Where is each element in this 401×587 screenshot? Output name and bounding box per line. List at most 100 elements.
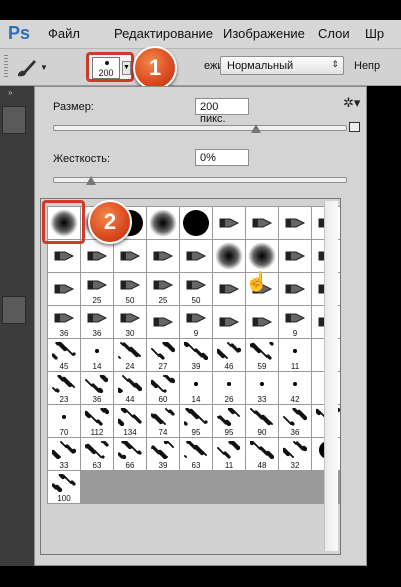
brush-size-label: 63 [191, 461, 201, 470]
brush-preset-cell[interactable]: 45 [48, 339, 80, 371]
brush-preset-cell[interactable] [213, 273, 245, 305]
brush-preset-cell[interactable] [213, 207, 245, 239]
brush-preset-cell[interactable] [279, 273, 311, 305]
brush-preset-cell[interactable]: 33 [48, 438, 80, 470]
brush-preset-cell[interactable]: 30 [114, 306, 146, 338]
brush-preset-cell[interactable] [213, 240, 245, 272]
brush-preset-cell[interactable]: 36 [81, 306, 113, 338]
brush-preset-cell[interactable]: 46 [213, 339, 245, 371]
brush-preset-cell[interactable] [48, 240, 80, 272]
gear-icon[interactable]: ✲▾ [343, 95, 360, 111]
brush-preset-cell[interactable]: 50 [114, 273, 146, 305]
brush-preset-cell[interactable]: 36 [81, 372, 113, 404]
brush-preset-cell[interactable]: 39 [180, 339, 212, 371]
texture-brush-icon [151, 408, 175, 425]
brush-preset-cell[interactable] [279, 207, 311, 239]
brush-preset-cell[interactable] [246, 240, 278, 272]
brush-preset-cell[interactable]: 95 [213, 405, 245, 437]
brush-preset-cell[interactable] [147, 240, 179, 272]
brush-size-label: 36 [92, 329, 102, 338]
brush-preset-cell[interactable]: 95 [180, 405, 212, 437]
brush-preset-cell[interactable]: 70 [48, 405, 80, 437]
size-slider[interactable] [53, 125, 347, 131]
brush-preset-cell[interactable] [213, 306, 245, 338]
brush-preset-cell[interactable]: 11 [279, 339, 311, 371]
grip-handle[interactable] [4, 55, 8, 79]
brush-preset-cell[interactable] [147, 207, 179, 239]
tool-button[interactable] [2, 106, 26, 134]
brush-preset-cell[interactable]: 90 [246, 405, 278, 437]
brush-preset-cell[interactable]: 36 [279, 405, 311, 437]
size-input[interactable]: 200 пикс. [195, 98, 249, 125]
texture-brush-icon [118, 441, 142, 459]
brush-preset-cell[interactable] [114, 240, 146, 272]
chevron-down-icon[interactable]: ▼ [40, 63, 48, 72]
brush-preset-cell[interactable]: 63 [81, 438, 113, 470]
brush-preset-cell[interactable]: 25 [81, 273, 113, 305]
menu-image[interactable]: Изображение [223, 26, 305, 41]
brush-preset-cell[interactable]: 66 [114, 438, 146, 470]
brush-preset-cell[interactable]: 63 [180, 438, 212, 470]
brush-size-label: 25 [92, 296, 102, 305]
brush-preset-cell[interactable]: 100 [48, 471, 80, 503]
menu-layers[interactable]: Слои [318, 26, 350, 41]
collapse-arrows-icon[interactable]: » [8, 88, 12, 97]
brush-preset-cell[interactable]: 60 [147, 372, 179, 404]
brush-size-label: 11 [224, 461, 234, 470]
brush-preset-cell[interactable] [180, 240, 212, 272]
brush-preset-cell[interactable] [147, 306, 179, 338]
brush-preset-cell[interactable]: 24 [114, 339, 146, 371]
brush-size-label: 90 [257, 428, 267, 437]
size-slider-thumb[interactable] [251, 124, 262, 133]
brush-preset-cell[interactable]: 39 [147, 438, 179, 470]
scrollbar[interactable] [324, 201, 338, 551]
pencil-tip-icon [252, 317, 273, 327]
brush-preset-cell[interactable]: 14 [81, 339, 113, 371]
pencil-tip-icon [186, 280, 207, 290]
brush-preset-cell[interactable]: 59 [246, 339, 278, 371]
pencil-tip-icon [54, 313, 75, 323]
brush-preset-cell[interactable]: 11 [213, 438, 245, 470]
brush-preset-cell[interactable]: 14 [180, 372, 212, 404]
brush-preset-cell[interactable] [246, 207, 278, 239]
brush-tool-icon[interactable] [14, 55, 40, 79]
menu-file[interactable]: Файл [48, 26, 80, 41]
brush-preset-cell[interactable]: 32 [279, 438, 311, 470]
brush-size-label: 42 [290, 395, 300, 404]
new-preset-icon[interactable] [349, 122, 360, 132]
brush-preset-cell[interactable]: 112 [81, 405, 113, 437]
chevron-down-icon[interactable]: ▼ [122, 61, 131, 75]
brush-preset-cell[interactable]: 42 [279, 372, 311, 404]
brush-preset-cell[interactable]: 134 [114, 405, 146, 437]
pencil-tip-icon [285, 313, 306, 323]
brush-preset-cell[interactable]: 27 [147, 339, 179, 371]
brush-preset-cell[interactable]: 44 [114, 372, 146, 404]
texture-brush-icon [184, 342, 208, 360]
brush-size-label: 39 [158, 461, 168, 470]
menu-edit[interactable]: Редактирование [114, 26, 213, 41]
brush-preset-cell[interactable] [180, 207, 212, 239]
soft-brush-icon [149, 209, 177, 237]
hardness-input[interactable]: 0% [195, 149, 249, 166]
brush-preset-cell[interactable]: 33 [246, 372, 278, 404]
brush-preset-cell[interactable]: 50 [180, 273, 212, 305]
tool-button[interactable] [2, 296, 26, 324]
brush-preset-cell[interactable]: 9 [180, 306, 212, 338]
hardness-slider-thumb[interactable] [86, 176, 96, 185]
blend-mode-select[interactable]: Нормальный ⇕ [220, 56, 344, 75]
brush-preset-cell[interactable]: 36 [48, 306, 80, 338]
menu-type[interactable]: Шр [365, 26, 384, 41]
brush-preset-picker[interactable]: 200 ▼ [86, 52, 134, 82]
brush-preset-cell[interactable]: 9 [279, 306, 311, 338]
brush-preset-cell[interactable]: 25 [147, 273, 179, 305]
brush-preset-cell[interactable] [279, 240, 311, 272]
brush-preset-cell[interactable]: 48 [246, 438, 278, 470]
texture-brush-icon [151, 342, 175, 360]
brush-preset-cell[interactable] [246, 306, 278, 338]
hardness-slider[interactable] [53, 177, 347, 183]
brush-preset-cell[interactable]: 26 [213, 372, 245, 404]
brush-preset-cell[interactable] [81, 240, 113, 272]
brush-preset-cell[interactable]: 74 [147, 405, 179, 437]
brush-preset-cell[interactable]: 23 [48, 372, 80, 404]
brush-preset-cell[interactable] [48, 273, 80, 305]
